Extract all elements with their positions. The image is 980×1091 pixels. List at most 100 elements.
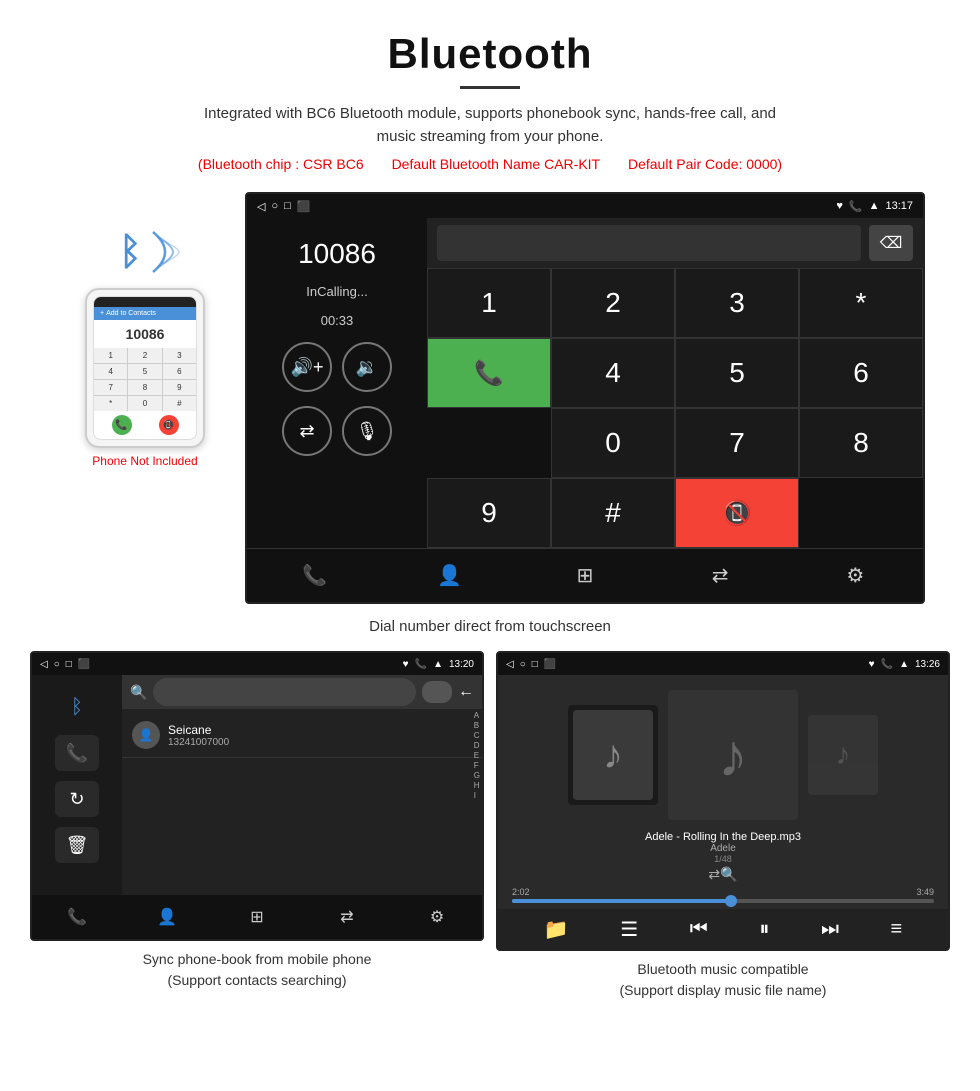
pb-back-button[interactable]: ←: [458, 683, 474, 701]
numpad-8[interactable]: 8: [128, 380, 161, 395]
numpad-1[interactable]: 1: [94, 348, 127, 363]
dial-key-3[interactable]: 3: [675, 268, 799, 338]
pb-nav-settings[interactable]: ⚙: [417, 900, 457, 934]
numpad-star[interactable]: *: [94, 396, 127, 411]
numpad-9[interactable]: 9: [163, 380, 196, 395]
dial-key-5[interactable]: 5: [675, 338, 799, 408]
android-status-bar: ◁ ○ □ ⬛ ♥ 📞 ▲ 13:17: [247, 194, 923, 218]
volume-up-button[interactable]: 🔊+: [282, 342, 332, 392]
prev-track-button[interactable]: ⏮: [690, 918, 708, 941]
car-bottom-nav: 📞 👤 ⊞ ⇄ ⚙: [247, 548, 923, 602]
music-block: ◁ ○ □ ⬛ ♥ 📞 ▲ 13:26: [496, 651, 950, 1001]
home-nav-icon[interactable]: ○: [271, 200, 278, 212]
pb-contact-item[interactable]: 👤 Seicane 13241007000: [122, 713, 482, 758]
dial-key-2[interactable]: 2: [551, 268, 675, 338]
phonebook-block: ◁ ○ □ ⬛ ♥ 📞 ▲ 13:20 ᛒ 📞 ↻ 🗑: [30, 651, 484, 1001]
dial-key-hash[interactable]: #: [551, 478, 675, 548]
music-screen: ◁ ○ □ ⬛ ♥ 📞 ▲ 13:26: [496, 651, 950, 951]
nav-transfer-icon[interactable]: ⇄: [695, 556, 745, 596]
dial-key-7[interactable]: 7: [675, 408, 799, 478]
phone-bottom-buttons: 📞 📵: [94, 411, 196, 439]
pb-nav-contacts[interactable]: 👤: [147, 900, 187, 934]
call-extra-controls: ⇄ 🎙: [257, 406, 417, 456]
numpad-2[interactable]: 2: [128, 348, 161, 363]
pb-search-icon: 🔍: [130, 684, 147, 701]
dial-key-1[interactable]: 1: [427, 268, 551, 338]
pb-delete-btn[interactable]: 🗑: [55, 827, 99, 863]
progress-thumb[interactable]: [725, 895, 737, 907]
pb-home-icon[interactable]: ○: [54, 659, 60, 670]
music-back-icon[interactable]: ◁: [506, 659, 514, 670]
nav-grid-icon[interactable]: ⊞: [560, 556, 610, 596]
playlist-icon[interactable]: ☰: [620, 917, 638, 942]
main-caption: Dial number direct from touchscreen: [0, 610, 980, 651]
phone-call-button[interactable]: 📞: [112, 415, 132, 435]
music-recents-icon[interactable]: □: [532, 659, 538, 670]
pb-nav-calls[interactable]: 📞: [57, 900, 97, 934]
numpad-6[interactable]: 6: [163, 364, 196, 379]
numpad-0[interactable]: 0: [128, 396, 161, 411]
pb-call-sidebar-btn[interactable]: 📞: [55, 735, 99, 771]
time-total: 3:49: [916, 887, 934, 897]
phone-status-bar: [94, 297, 196, 307]
phone-end-button[interactable]: 📵: [159, 415, 179, 435]
eq-icon[interactable]: ≡: [891, 918, 903, 941]
dial-key-6[interactable]: 6: [799, 338, 923, 408]
dial-key-9[interactable]: 9: [427, 478, 551, 548]
pb-sidebar: ᛒ 📞 ↻ 🗑: [32, 675, 122, 895]
music-call-icon: 📞: [881, 659, 893, 670]
phone-illustration: ᛒ Add to Contacts 10086 1 2 3 4 5 6: [55, 192, 235, 468]
recents-nav-icon[interactable]: □: [284, 200, 291, 212]
shuffle-icon[interactable]: ⇄: [708, 866, 720, 883]
screenshot-nav-icon[interactable]: ⬛: [297, 200, 311, 213]
progress-bar-track[interactable]: [512, 899, 934, 903]
dial-key-8[interactable]: 8: [799, 408, 923, 478]
pb-search-field[interactable]: [153, 678, 416, 706]
play-pause-button[interactable]: ⏸: [759, 918, 769, 941]
dial-key-star[interactable]: *: [799, 268, 923, 338]
numpad-hash[interactable]: #: [163, 396, 196, 411]
music-time: 13:26: [915, 659, 940, 670]
pb-back-icon[interactable]: ◁: [40, 659, 48, 670]
music-home-icon[interactable]: ○: [520, 659, 526, 670]
pb-nav-grid[interactable]: ⊞: [237, 900, 277, 934]
music-note-icon-left: ♪: [603, 733, 623, 778]
transfer-button[interactable]: ⇄: [282, 406, 332, 456]
phonebook-body: ᛒ 📞 ↻ 🗑 🔍 ← 👤: [32, 675, 482, 895]
dialpad-input-field[interactable]: [437, 225, 861, 261]
numpad-4[interactable]: 4: [94, 364, 127, 379]
subtitle: Integrated with BC6 Bluetooth module, su…: [190, 103, 790, 148]
end-call-button[interactable]: 📵: [675, 478, 799, 548]
volume-down-button[interactable]: 🔉: [342, 342, 392, 392]
phone-numpad: 1 2 3 4 5 6 7 8 9 * 0 #: [94, 348, 196, 411]
next-track-button[interactable]: ⏭: [821, 918, 839, 941]
music-track-count: 1/48: [645, 854, 801, 864]
nav-contacts-icon[interactable]: 👤: [425, 556, 475, 596]
album-art-left: ♪: [568, 705, 658, 805]
pb-recents-icon[interactable]: □: [66, 659, 72, 670]
pb-search-bar: 🔍 ←: [122, 675, 482, 709]
dialpad-backspace-button[interactable]: ⌫: [869, 225, 913, 261]
spec-name: Default Bluetooth Name CAR-KIT: [392, 156, 601, 172]
music-search-icon[interactable]: 🔍: [720, 866, 737, 883]
numpad-3[interactable]: 3: [163, 348, 196, 363]
phone-mockup: Add to Contacts 10086 1 2 3 4 5 6 7 8 9 …: [85, 288, 205, 448]
numpad-5[interactable]: 5: [128, 364, 161, 379]
pb-nav-icons: ◁ ○ □ ⬛: [40, 659, 90, 670]
dial-key-0[interactable]: 0: [551, 408, 675, 478]
pb-screen-icon[interactable]: ⬛: [78, 659, 90, 670]
pb-bottom-nav: 📞 👤 ⊞ ⇄ ⚙: [32, 895, 482, 939]
nav-settings-icon[interactable]: ⚙: [830, 556, 880, 596]
folder-icon[interactable]: 📁: [544, 917, 569, 942]
pb-sync-btn[interactable]: ↻: [55, 781, 99, 817]
phone-not-included-label: Phone Not Included: [92, 454, 197, 468]
back-nav-icon[interactable]: ◁: [257, 200, 265, 213]
music-main: ♪ ♪ ♪ Adele - Rolling In the Deep.mp3: [498, 675, 948, 909]
mute-button[interactable]: 🎙: [342, 406, 392, 456]
numpad-7[interactable]: 7: [94, 380, 127, 395]
call-button[interactable]: 📞: [427, 338, 551, 408]
nav-calls-icon[interactable]: 📞: [290, 556, 340, 596]
pb-nav-transfer[interactable]: ⇄: [327, 900, 367, 934]
dial-key-4[interactable]: 4: [551, 338, 675, 408]
music-screen-icon[interactable]: ⬛: [544, 659, 556, 670]
